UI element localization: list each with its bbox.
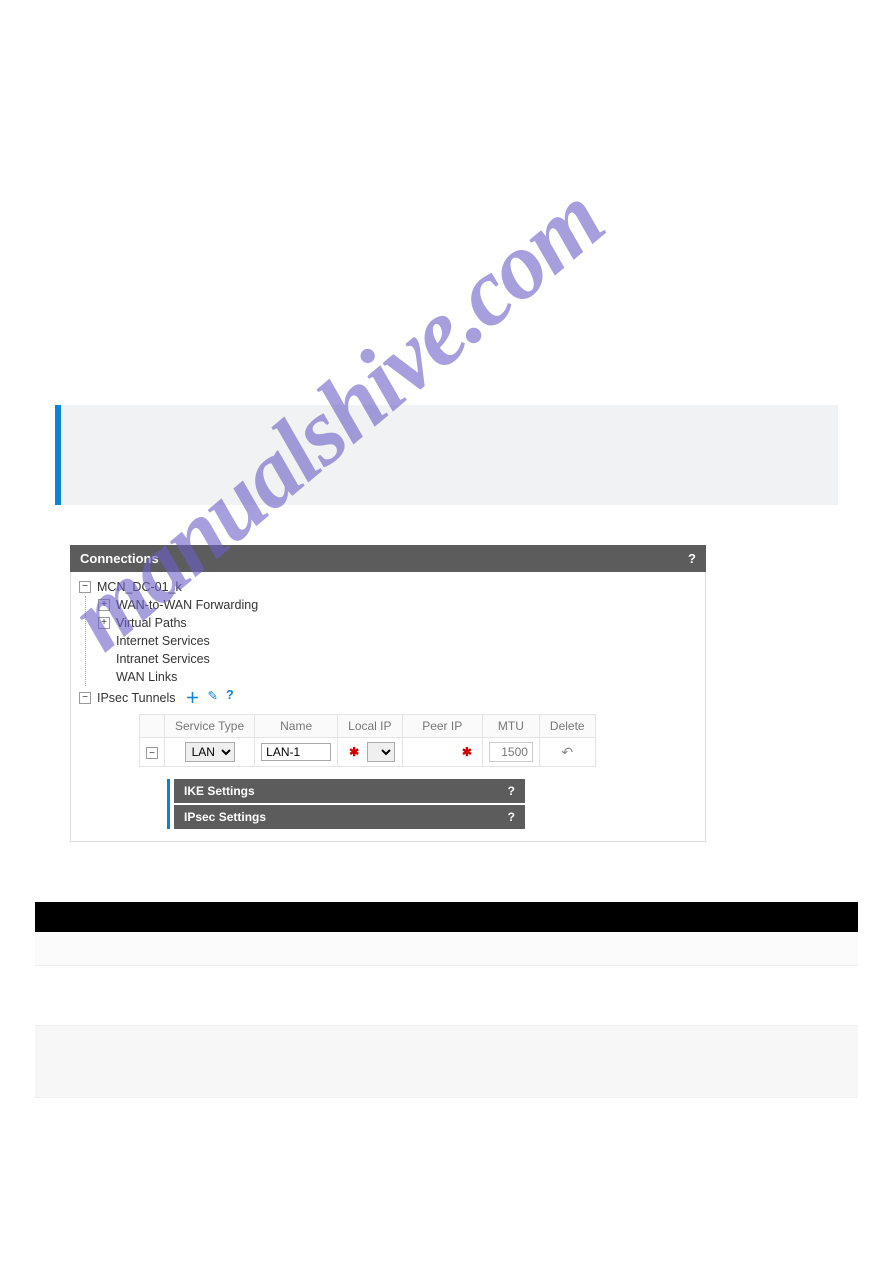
tree-root-label: MCN_DC-01_k — [97, 580, 182, 594]
collapse-icon[interactable] — [79, 581, 91, 593]
col-blank — [140, 715, 165, 738]
collapse-icon[interactable] — [79, 692, 91, 704]
table-row: LAN ✱ ✱ — [140, 738, 596, 767]
tree-item[interactable]: WAN-to-WAN Forwarding — [98, 596, 697, 614]
ipsec-label: IPsec Settings — [184, 810, 266, 824]
tree-root[interactable]: MCN_DC-01_k — [79, 578, 697, 596]
bullet-icon — [544, 984, 834, 990]
expand-icon[interactable] — [98, 617, 110, 629]
col-delete: Delete — [539, 715, 595, 738]
name-input[interactable] — [261, 743, 331, 761]
tree-item[interactable]: Internet Services — [98, 632, 697, 650]
tree-item[interactable]: Intranet Services — [98, 650, 697, 668]
bullet-icon — [544, 1060, 834, 1066]
pencil-icon[interactable]: ✎ — [208, 688, 218, 708]
tree-item[interactable]: WAN Links — [98, 668, 697, 686]
help-icon[interactable]: ? — [226, 688, 234, 708]
note-stripe — [55, 405, 838, 505]
service-type-select[interactable]: LAN — [185, 742, 235, 762]
undo-icon[interactable]: ↶ — [561, 744, 573, 760]
ipsec-settings-bar[interactable]: IPsec Settings ? — [174, 805, 525, 829]
required-asterisk: ✱ — [458, 745, 476, 759]
table-header-strip — [35, 902, 858, 932]
required-asterisk: ✱ — [345, 745, 363, 759]
ike-label: IKE Settings — [184, 784, 255, 798]
expand-icon[interactable] — [98, 599, 110, 611]
tree-item-label: WAN Links — [116, 670, 177, 684]
help-icon[interactable]: ? — [688, 551, 696, 566]
collapse-icon[interactable] — [146, 747, 158, 759]
ipsec-subtable: Service Type Name Local IP Peer IP MTU D… — [139, 714, 697, 767]
help-icon[interactable]: ? — [508, 810, 515, 824]
tree-item-label: Intranet Services — [116, 652, 210, 666]
help-icon[interactable]: ? — [508, 784, 515, 798]
stub-table — [35, 902, 858, 1098]
localip-select[interactable] — [367, 742, 395, 762]
col-mtu: MTU — [482, 715, 539, 738]
tree-item-label: WAN-to-WAN Forwarding — [116, 598, 258, 612]
col-service: Service Type — [165, 715, 255, 738]
tree: MCN_DC-01_k WAN-to-WAN Forwarding Virtua… — [70, 572, 706, 842]
tree-item[interactable]: Virtual Paths — [98, 614, 697, 632]
panel-header: Connections ? — [70, 545, 706, 572]
col-name: Name — [255, 715, 338, 738]
tree-item-ipsec[interactable]: IPsec Tunnels ＋ ✎ ? — [79, 686, 697, 710]
col-localip: Local IP — [338, 715, 402, 738]
ike-settings-bar[interactable]: IKE Settings ? — [174, 779, 525, 803]
tree-item-label: Internet Services — [116, 634, 210, 648]
tree-item-label: IPsec Tunnels — [97, 691, 176, 705]
connections-panel: Connections ? MCN_DC-01_k WAN-to-WAN For… — [70, 545, 706, 842]
tree-item-label: Virtual Paths — [116, 616, 187, 630]
panel-title: Connections — [80, 551, 159, 566]
col-peerip: Peer IP — [402, 715, 482, 738]
plus-icon[interactable]: ＋ — [186, 688, 200, 708]
mtu-input[interactable] — [489, 742, 533, 762]
